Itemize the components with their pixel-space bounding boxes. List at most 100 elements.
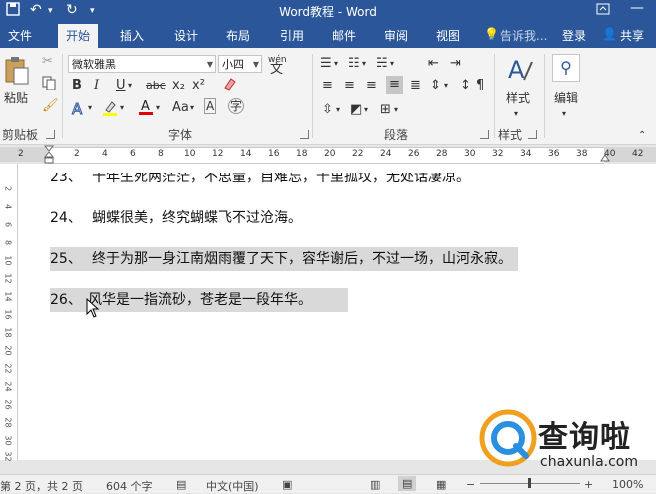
font-launcher-icon[interactable]	[300, 130, 309, 139]
text-effects-icon[interactable]: A	[70, 100, 86, 121]
collapse-ribbon-icon[interactable]: ⌃	[638, 128, 646, 144]
decrease-indent-icon[interactable]: ⇤	[428, 56, 439, 72]
strikethrough-button[interactable]: abc	[146, 78, 166, 94]
align-left-icon[interactable]: ≡	[322, 78, 333, 94]
minimize-icon[interactable]: —	[630, 0, 644, 16]
vertical-ruler[interactable]: 2 4 6 8 10 12 14 16 18 20 22 24 26 28 30…	[0, 164, 18, 462]
styles-icon[interactable]: A	[506, 56, 534, 91]
list-item-selected[interactable]: 25、 终于为那一身江南烟雨覆了天下，容华谢后，不过一场，山河永寂。	[50, 247, 518, 271]
align-right-icon[interactable]: ≡	[366, 78, 377, 94]
search-icon[interactable]: ⚲	[552, 54, 580, 82]
font-group-label: 字体	[168, 128, 193, 142]
print-layout-icon[interactable]: ▤	[398, 476, 417, 491]
multilevel-list-icon[interactable]: ☵	[376, 56, 388, 72]
show-marks-icon[interactable]: ¶	[476, 78, 484, 94]
tab-references[interactable]: 引用	[280, 27, 304, 44]
zoom-level[interactable]: 100%	[612, 478, 643, 491]
proofing-icon[interactable]: ▤	[176, 478, 186, 491]
underline-button[interactable]: U	[116, 78, 126, 94]
list-item[interactable]: 23、 十年生死两茫茫，不思量，自难忘，千里孤坟，无处话凄凉。	[50, 173, 470, 189]
subscript-button[interactable]: x₂	[172, 78, 185, 94]
tab-file[interactable]: 文件	[8, 27, 32, 44]
numbering-icon[interactable]: ☷	[348, 56, 360, 72]
zoom-in-icon[interactable]: +	[584, 478, 593, 491]
justify-icon[interactable]: ≡	[386, 76, 403, 94]
copy-icon[interactable]	[42, 76, 56, 95]
login-link[interactable]: 登录	[562, 27, 586, 44]
ruler-number: 26	[408, 149, 420, 159]
edit-dropdown-icon[interactable]: ▾	[562, 106, 566, 122]
change-case-button[interactable]: Aa	[172, 100, 189, 116]
phonetic-guide-char: 文	[270, 62, 284, 77]
read-mode-icon[interactable]: ▥	[370, 478, 380, 491]
tell-me-input[interactable]: 告诉我...	[500, 27, 547, 44]
chinese-layout-icon[interactable]: ⇕	[430, 78, 441, 94]
ruler-number: 38	[576, 149, 588, 159]
tab-mailings[interactable]: 邮件	[332, 27, 356, 44]
macro-icon[interactable]: ▣	[282, 478, 292, 491]
highlight-icon[interactable]	[102, 100, 118, 121]
tab-view[interactable]: 视图	[436, 27, 460, 44]
ribbon: 粘贴 ✂ 🖌 剪贴板 微软雅黑 ▼ 小四 ▼ wén 文 B I U ▾ abc x…	[0, 48, 656, 145]
line-spacing-dropdown-icon[interactable]: ▾	[336, 102, 340, 118]
font-name-select[interactable]: 微软雅黑 ▼	[68, 55, 216, 73]
clear-format-icon[interactable]	[222, 76, 238, 97]
underline-dropdown-icon[interactable]: ▾	[128, 78, 132, 94]
watermark-logo: 查询啦 chaxunla.com	[478, 408, 656, 474]
format-painter-icon[interactable]: 🖌	[42, 98, 59, 114]
ruler-number: 18	[296, 149, 308, 159]
bullets-dropdown-icon[interactable]: ▾	[334, 56, 338, 72]
zoom-out-icon[interactable]: −	[466, 478, 475, 491]
borders-dropdown-icon[interactable]: ▾	[394, 102, 398, 118]
styles-dropdown-icon[interactable]: ▾	[514, 106, 518, 122]
shading-icon[interactable]: ◩	[350, 102, 362, 118]
paste-button[interactable]	[4, 56, 30, 91]
highlight-dropdown-icon[interactable]: ▾	[120, 100, 124, 116]
paragraph-launcher-icon[interactable]	[480, 130, 489, 139]
multilevel-dropdown-icon[interactable]: ▾	[390, 56, 394, 72]
enclose-character-icon[interactable]: 字	[228, 98, 244, 114]
italic-button[interactable]: I	[94, 78, 99, 94]
web-layout-icon[interactable]: ▦	[436, 478, 446, 491]
ruler-number: 34	[520, 149, 532, 159]
styles-launcher-icon[interactable]	[528, 130, 537, 139]
font-color-dropdown-icon[interactable]: ▾	[156, 100, 160, 116]
superscript-button[interactable]: x²	[192, 78, 205, 94]
align-center-icon[interactable]: ≡	[344, 78, 355, 94]
tab-insert[interactable]: 插入	[120, 27, 144, 44]
bold-button[interactable]: B	[72, 78, 82, 94]
styles-button[interactable]: 样式	[506, 90, 530, 106]
chinese-layout-dropdown-icon[interactable]: ▾	[444, 78, 448, 94]
tab-home[interactable]: 开始	[58, 24, 99, 48]
ruler-number: 24	[380, 149, 392, 159]
list-item[interactable]: 24、 蝴蝶很美，终究蝴蝶飞不过沧海。	[50, 206, 302, 230]
bullets-icon[interactable]: ☰	[320, 56, 332, 72]
list-number: 24、	[50, 210, 82, 226]
cut-icon[interactable]: ✂	[42, 54, 53, 70]
change-case-dropdown-icon[interactable]: ▾	[190, 100, 194, 116]
ribbon-display-icon[interactable]	[596, 2, 610, 20]
tab-review[interactable]: 审阅	[384, 27, 408, 44]
edit-button[interactable]: 编辑	[554, 90, 578, 106]
clipboard-launcher-icon[interactable]	[46, 130, 55, 139]
divider	[62, 54, 63, 138]
character-shading-icon[interactable]: A	[204, 98, 217, 114]
line-spacing-icon[interactable]: ⇳	[322, 102, 333, 118]
ruler-number: 10	[184, 149, 196, 159]
zoom-slider-thumb[interactable]	[528, 478, 531, 488]
horizontal-ruler[interactable]: 2 2 4 6 8 10 12 14 16 18 20 22 24 26 28 …	[0, 145, 656, 164]
shading-dropdown-icon[interactable]: ▾	[364, 102, 368, 118]
increase-indent-icon[interactable]: ⇥	[450, 56, 461, 72]
text-effects-dropdown-icon[interactable]: ▾	[88, 100, 92, 116]
status-bar: 第 2 页，共 2 页 604 个字 ▤ 中文(中国) ▣ ▥ ▤ ▦ − + …	[0, 474, 656, 493]
distribute-icon[interactable]: ≣	[410, 78, 421, 94]
numbering-dropdown-icon[interactable]: ▾	[362, 56, 366, 72]
sort-icon[interactable]: ↕	[460, 78, 471, 94]
tab-layout[interactable]: 布局	[226, 27, 250, 44]
font-size-select[interactable]: 小四 ▼	[218, 55, 262, 73]
tab-design[interactable]: 设计	[174, 27, 198, 44]
borders-icon[interactable]: ⊞	[380, 102, 391, 118]
vruler-number: 32	[3, 451, 13, 462]
font-color-icon[interactable]: A	[138, 98, 154, 121]
share-button[interactable]: 共享	[620, 27, 644, 44]
